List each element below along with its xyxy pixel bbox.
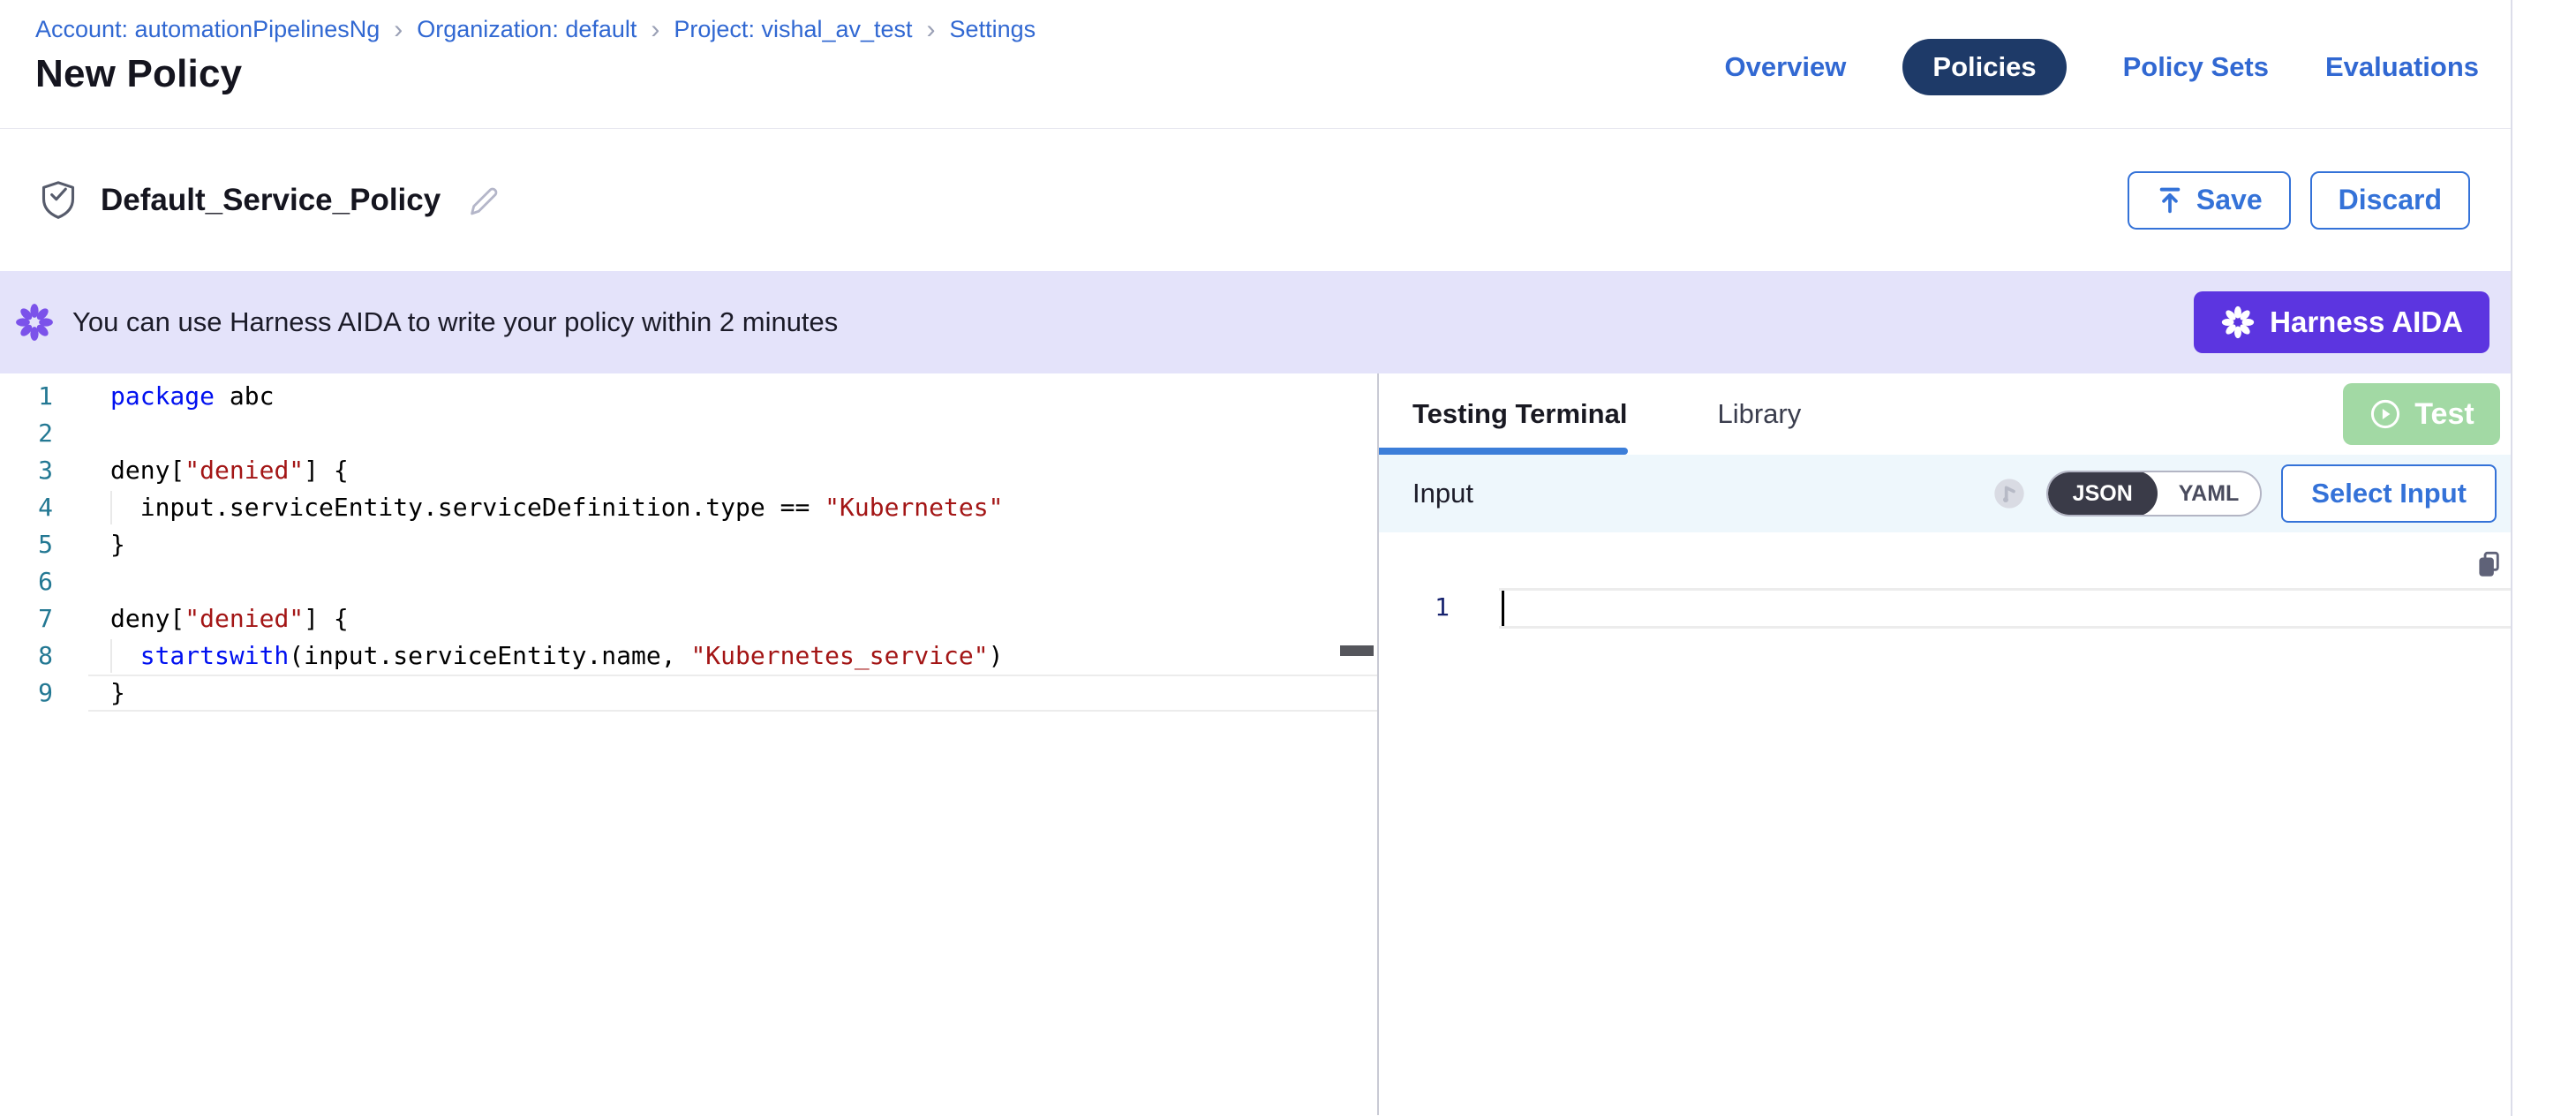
- testing-tabs-row: Testing Terminal Library Test: [1379, 373, 2511, 455]
- policy-nav-tabs: Overview Policies Policy Sets Evaluation…: [1725, 0, 2479, 128]
- aida-flower-icon-white: [2220, 305, 2256, 340]
- code-line[interactable]: 1package abc: [0, 378, 1377, 415]
- shield-check-icon: [39, 179, 78, 222]
- code-text: [88, 415, 1377, 452]
- input-bar: Input JSON YAML Select Input: [1379, 455, 2511, 532]
- select-input-button[interactable]: Select Input: [2281, 464, 2497, 523]
- policy-name: Default_Service_Policy: [101, 183, 441, 218]
- header-left: Account: automationPipelinesNg › Organiz…: [35, 0, 1036, 128]
- code-line[interactable]: 8 startswith(input.serviceEntity.name, "…: [0, 637, 1377, 675]
- text-cursor: [1502, 591, 1504, 626]
- line-number: 6: [0, 563, 88, 600]
- play-circle-icon: [2369, 397, 2402, 431]
- format-toggle: JSON YAML: [2046, 471, 2263, 517]
- toggle-yaml[interactable]: YAML: [2158, 472, 2261, 515]
- code-text: input.serviceEntity.serviceDefinition.ty…: [88, 489, 1377, 526]
- tab-policy-sets[interactable]: Policy Sets: [2123, 51, 2269, 83]
- save-button[interactable]: Save: [2128, 171, 2291, 230]
- breadcrumb-settings[interactable]: Settings: [950, 16, 1036, 43]
- code-text: startswith(input.serviceEntity.name, "Ku…: [88, 637, 1377, 675]
- overview-ruler-cursor: [1340, 645, 1374, 656]
- input-editor[interactable]: 1: [1379, 532, 2511, 1115]
- line-number: 7: [0, 600, 88, 637]
- test-button-label: Test: [2414, 397, 2474, 432]
- discard-button-label: Discard: [2339, 184, 2442, 216]
- line-number: 1: [0, 378, 88, 415]
- tab-overview[interactable]: Overview: [1725, 51, 1847, 83]
- aida-flower-icon: [14, 302, 55, 343]
- code-text: [88, 563, 1377, 600]
- active-tab-underline: [1379, 448, 1628, 455]
- aida-banner: You can use Harness AIDA to write your p…: [0, 271, 2511, 373]
- upload-icon: [2156, 185, 2184, 215]
- page-header: Account: automationPipelinesNg › Organiz…: [0, 0, 2511, 129]
- code-text: }: [88, 526, 1377, 563]
- test-button[interactable]: Test: [2343, 383, 2500, 445]
- policy-toolbar: Default_Service_Policy: [0, 129, 2511, 271]
- policy-title-group: Default_Service_Policy: [39, 179, 501, 222]
- line-number: 4: [0, 489, 88, 526]
- input-line-number: 1: [1420, 592, 1450, 622]
- breadcrumb-project[interactable]: Project: vishal_av_test: [674, 16, 912, 43]
- code-lines: 1package abc23deny["denied"] {4 input.se…: [0, 378, 1377, 712]
- code-line[interactable]: 9}: [0, 675, 1377, 712]
- aida-banner-message: You can use Harness AIDA to write your p…: [72, 306, 838, 338]
- copy-button[interactable]: [2472, 547, 2505, 581]
- breadcrumb-separator-icon: ›: [394, 18, 403, 41]
- harness-aida-button-label: Harness AIDA: [2270, 305, 2463, 339]
- toolbar-actions: Save Discard: [2128, 171, 2470, 230]
- breadcrumb-account[interactable]: Account: automationPipelinesNg: [35, 16, 380, 43]
- input-current-line[interactable]: [1499, 588, 2511, 629]
- line-number: 8: [0, 637, 88, 675]
- tab-policies[interactable]: Policies: [1902, 39, 2066, 95]
- edit-policy-name-button[interactable]: [463, 182, 501, 219]
- app-window: Account: automationPipelinesNg › Organiz…: [0, 0, 2576, 1116]
- breadcrumb-organization[interactable]: Organization: default: [417, 16, 636, 43]
- line-number: 5: [0, 526, 88, 563]
- copy-icon: [2472, 547, 2505, 581]
- tab-library[interactable]: Library: [1717, 398, 1801, 430]
- line-number: 3: [0, 452, 88, 489]
- breadcrumb: Account: automationPipelinesNg › Organiz…: [35, 16, 1036, 43]
- discard-button[interactable]: Discard: [2310, 171, 2470, 230]
- line-number: 9: [0, 675, 88, 712]
- page-title: New Policy: [35, 52, 1036, 96]
- code-line[interactable]: 3deny["denied"] {: [0, 452, 1377, 489]
- code-line[interactable]: 2: [0, 415, 1377, 452]
- content: 1package abc23deny["denied"] {4 input.se…: [0, 373, 2511, 1115]
- code-text: deny["denied"] {: [88, 600, 1377, 637]
- code-line[interactable]: 7deny["denied"] {: [0, 600, 1377, 637]
- testing-panel: Testing Terminal Library Test: [1379, 373, 2511, 1115]
- policy-code-editor[interactable]: 1package abc23deny["denied"] {4 input.se…: [0, 373, 1377, 1115]
- code-text: package abc: [88, 378, 1377, 415]
- pencil-icon: [463, 182, 501, 219]
- tab-testing-terminal[interactable]: Testing Terminal: [1412, 398, 1627, 430]
- breadcrumb-separator-icon: ›: [651, 18, 659, 41]
- toggle-json[interactable]: JSON: [2048, 471, 2158, 517]
- input-label: Input: [1412, 478, 1473, 509]
- save-button-label: Save: [2196, 184, 2263, 216]
- harness-aida-button[interactable]: Harness AIDA: [2194, 291, 2489, 353]
- line-number: 2: [0, 415, 88, 452]
- format-icon[interactable]: [1992, 476, 2027, 511]
- breadcrumb-separator-icon: ›: [927, 18, 936, 41]
- code-line[interactable]: 4 input.serviceEntity.serviceDefinition.…: [0, 489, 1377, 526]
- code-text: }: [88, 675, 1377, 712]
- page: Account: automationPipelinesNg › Organiz…: [0, 0, 2512, 1116]
- code-line[interactable]: 5}: [0, 526, 1377, 563]
- code-line[interactable]: 6: [0, 563, 1377, 600]
- tab-evaluations[interactable]: Evaluations: [2325, 51, 2479, 83]
- code-text: deny["denied"] {: [88, 452, 1377, 489]
